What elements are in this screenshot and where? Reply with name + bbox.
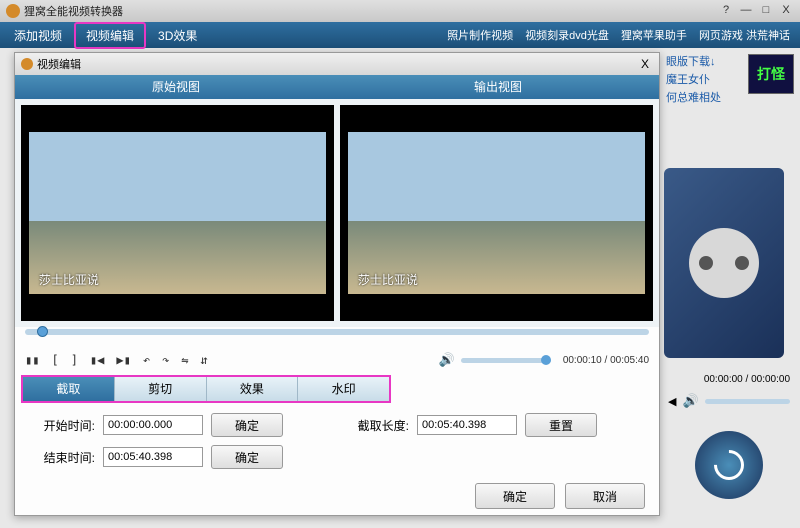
tab-watermark[interactable]: 水印	[298, 377, 389, 401]
film-reel-placeholder	[664, 168, 784, 358]
side-volume-icon[interactable]: 🔊	[682, 393, 698, 409]
app-title: 狸窝全能视频转换器	[24, 3, 123, 19]
confirm-end-button[interactable]: 确定	[211, 445, 283, 469]
help-icon[interactable]: ?	[718, 4, 734, 18]
preview-area: 莎士比亚说 莎士比亚说	[15, 99, 659, 327]
side-volume-slider[interactable]	[705, 399, 790, 404]
editor-logo-icon	[21, 58, 33, 70]
side-prev-icon[interactable]: ◀	[668, 395, 676, 408]
timeline-thumb[interactable]	[37, 326, 48, 337]
flip-h-button[interactable]: ⇋	[181, 353, 188, 367]
maximize-button[interactable]: □	[758, 4, 774, 18]
next-frame-button[interactable]: ▶▮	[116, 353, 130, 367]
tab-crop[interactable]: 截取	[23, 377, 115, 401]
side-timecode: 00:00:00 / 00:00:00	[664, 374, 794, 385]
menu-3d-effect[interactable]: 3D效果	[148, 24, 207, 47]
menu-link-photo[interactable]: 照片制作视频	[441, 27, 519, 43]
tab-effect[interactable]: 效果	[207, 377, 299, 401]
edit-tabs: 截取 剪切 效果 水印	[21, 375, 391, 403]
flip-v-button[interactable]: ⇵	[201, 353, 208, 367]
menu-link-dvd[interactable]: 视频刻录dvd光盘	[519, 27, 615, 43]
refresh-icon	[708, 444, 750, 486]
rotate-left-button[interactable]: ↶	[143, 353, 150, 367]
volume-slider[interactable]	[461, 358, 551, 363]
length-label: 截取长度:	[349, 417, 409, 434]
menu-link-game[interactable]: 网页游戏 洪荒神话	[693, 27, 796, 43]
end-time-label: 结束时间:	[35, 449, 95, 466]
start-time-input[interactable]	[103, 415, 203, 435]
editor-close-button[interactable]: X	[637, 57, 653, 71]
reset-button[interactable]: 重置	[525, 413, 597, 437]
menu-video-edit[interactable]: 视频编辑	[74, 22, 146, 49]
output-view-header: 输出视图	[337, 75, 659, 99]
main-titlebar: 狸窝全能视频转换器 ? — □ X	[0, 0, 800, 22]
timecode: 00:00:10 / 00:05:40	[563, 355, 649, 366]
trim-form: 开始时间: 确定 截取长度: 重置 结束时间: 确定	[15, 405, 659, 477]
video-editor-dialog: 视频编辑 X 原始视图 输出视图 莎士比亚说 莎士比亚说 ▮▮ [ ] ▮◀ ▶…	[14, 52, 660, 516]
mark-out-button[interactable]: ]	[71, 353, 78, 367]
subtitle-text-out: 莎士比亚说	[358, 271, 418, 288]
tab-trim[interactable]: 剪切	[115, 377, 207, 401]
volume-icon[interactable]: 🔊	[439, 352, 455, 368]
original-frame: 莎士比亚说	[29, 132, 326, 294]
prev-frame-button[interactable]: ▮◀	[90, 353, 104, 367]
menu-add-video[interactable]: 添加视频	[4, 24, 72, 47]
editor-title-text: 视频编辑	[37, 56, 81, 72]
original-view-header: 原始视图	[15, 75, 337, 99]
close-button[interactable]: X	[778, 4, 794, 18]
output-preview: 莎士比亚说	[340, 105, 653, 321]
side-volume: ◀ 🔊	[664, 391, 794, 411]
game-banner[interactable]: 打怪	[748, 54, 794, 94]
convert-button[interactable]	[695, 431, 763, 499]
minimize-button[interactable]: —	[738, 4, 754, 18]
ok-button[interactable]: 确定	[475, 483, 555, 509]
output-frame: 莎士比亚说	[348, 132, 645, 294]
rotate-right-button[interactable]: ↷	[162, 353, 169, 367]
playback-controls: ▮▮ [ ] ▮◀ ▶▮ ↶ ↷ ⇋ ⇵ 🔊 00:00:10 / 00:05:…	[15, 347, 659, 373]
start-time-label: 开始时间:	[35, 417, 95, 434]
main-menubar: 添加视频 视频编辑 3D效果 照片制作视频 视频刻录dvd光盘 狸窝苹果助手 网…	[0, 22, 800, 48]
dialog-buttons: 确定 取消	[15, 477, 659, 515]
subtitle-text: 莎士比亚说	[39, 271, 99, 288]
editor-titlebar: 视频编辑 X	[15, 53, 659, 75]
reel-icon	[689, 228, 759, 298]
app-logo-icon	[6, 4, 20, 18]
pause-button[interactable]: ▮▮	[25, 353, 39, 367]
right-panel: 眼版下载↓ 魔王女仆 何总难相处 打怪 00:00:00 / 00:00:00 …	[664, 52, 794, 516]
menu-link-apple[interactable]: 狸窝苹果助手	[615, 27, 693, 43]
cancel-button[interactable]: 取消	[565, 483, 645, 509]
timeline[interactable]	[15, 327, 659, 347]
original-preview: 莎士比亚说	[21, 105, 334, 321]
end-time-input[interactable]	[103, 447, 203, 467]
view-headers: 原始视图 输出视图	[15, 75, 659, 99]
confirm-start-button[interactable]: 确定	[211, 413, 283, 437]
length-input[interactable]	[417, 415, 517, 435]
mark-in-button[interactable]: [	[51, 353, 58, 367]
